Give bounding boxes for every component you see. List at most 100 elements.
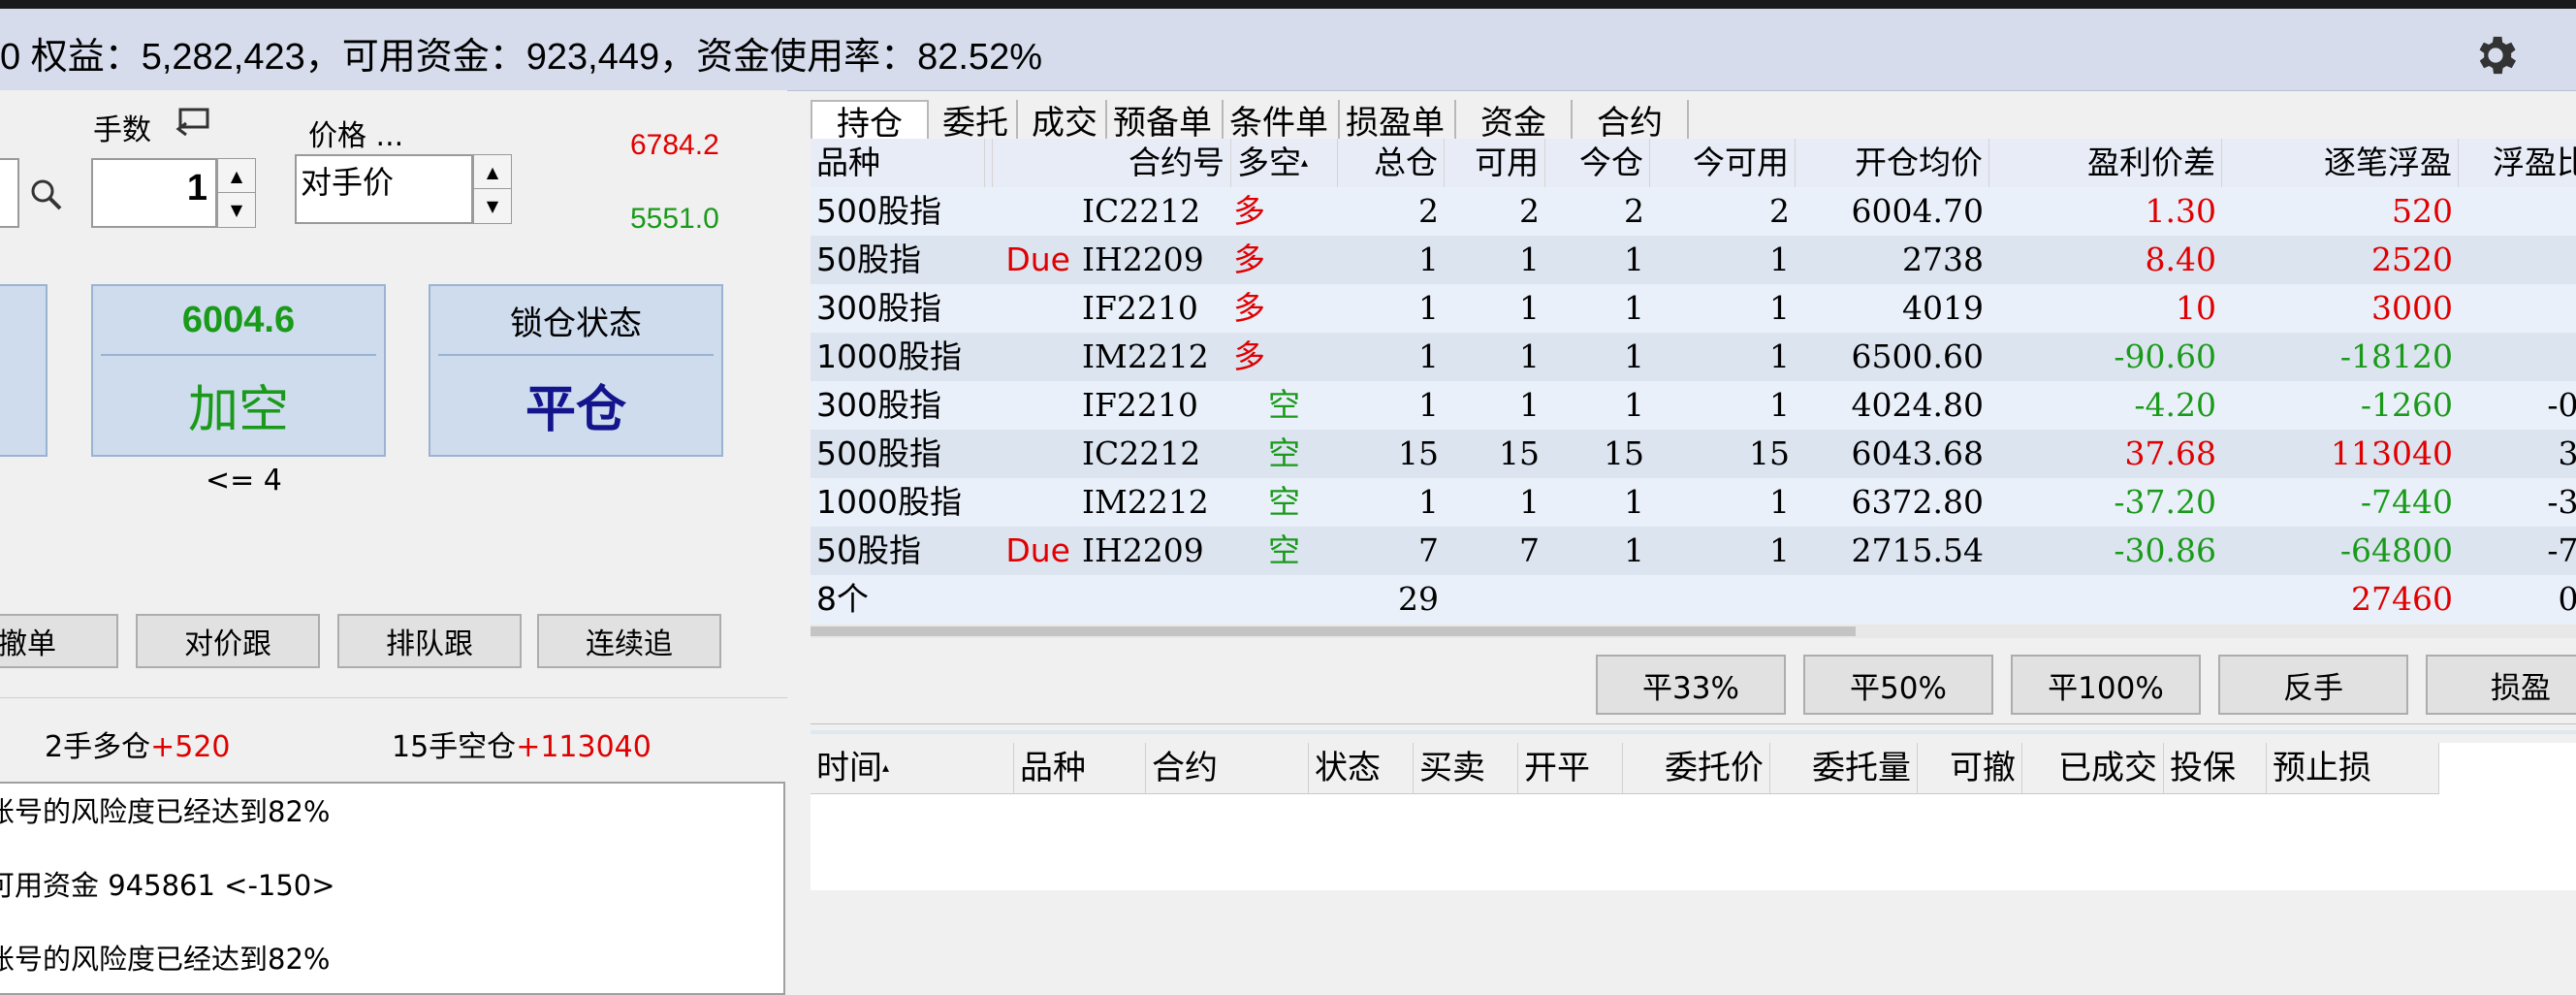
column-header[interactable]: 品种 (1014, 743, 1146, 793)
column-header[interactable]: 开平 (1518, 743, 1623, 793)
follow-counter-price-button[interactable]: 对价跟 (136, 614, 320, 668)
column-header[interactable]: 今仓 (1545, 139, 1650, 187)
table-cell: 1 (1624, 531, 1644, 569)
tab-prepared-orders[interactable]: 预备单 (1107, 100, 1224, 143)
add-short-button[interactable]: 6004.6 加空 (91, 284, 386, 457)
tab-orders[interactable]: 委托 (929, 100, 1018, 143)
table-cell (1989, 575, 2222, 624)
price-stepper[interactable]: ▲ ▼ (473, 154, 512, 224)
order-panel: 手数 价格 ... 1 ▲ ▼ 对手价 ▲ ▼ 6784.2 5551.0 60… (0, 90, 787, 995)
table-cell: 15 (1604, 434, 1644, 472)
table-row[interactable]: 50股指 Due IH2209 空 7 7 1 1 2715.54 -30.86 -64800 -7. (811, 527, 2576, 575)
table-row[interactable]: 1000股指 IM2212 空 1 1 1 1 6372.80 -37.20 -7440 -3. (811, 478, 2576, 527)
scrollbar-thumb[interactable] (811, 626, 1856, 636)
price-type-field[interactable]: 对手价 (295, 154, 473, 224)
column-header[interactable]: 时间▴ (811, 743, 1014, 793)
table-cell: Due (1005, 241, 1070, 278)
table-cell: 1 (1769, 337, 1790, 375)
continuous-chase-button[interactable]: 连续追 (537, 614, 721, 668)
tab-contracts[interactable]: 合约 (1573, 100, 1689, 143)
column-header[interactable]: 状态 (1309, 743, 1414, 793)
column-header[interactable]: 委托量 (1770, 743, 1918, 793)
symbol-input[interactable] (0, 158, 19, 228)
tab-trades[interactable]: 成交 (1018, 100, 1107, 143)
table-row[interactable]: 500股指 IC2212 空 15 15 15 15 6043.68 37.68 113040 3. (811, 430, 2576, 478)
column-header[interactable]: 合约号 (993, 139, 1231, 187)
column-header[interactable]: 今可用 (1650, 139, 1796, 187)
table-cell: 7 (1418, 531, 1439, 569)
column-header[interactable]: 预止损 (2267, 743, 2439, 793)
quantity-field[interactable]: 1 (91, 158, 217, 228)
table-cell: 空 (1268, 434, 1300, 472)
table-cell: 113040 (2331, 434, 2453, 472)
column-header[interactable]: 可用 (1445, 139, 1545, 187)
table-cell (1545, 575, 1650, 624)
column-header[interactable]: 品种 (811, 139, 985, 187)
tab-stop-orders[interactable]: 损盈单 (1340, 100, 1456, 143)
table-cell: 1 (1769, 483, 1790, 521)
column-header[interactable]: 盈利价差 (1989, 139, 2222, 187)
chevron-down-icon[interactable]: ▼ (474, 189, 511, 223)
column-header[interactable]: 可撤 (1918, 743, 2022, 793)
follow-queue-button[interactable]: 排队跟 (337, 614, 522, 668)
table-cell (2459, 187, 2576, 236)
tab-positions[interactable]: 持仓 (811, 100, 929, 144)
chevron-up-icon[interactable]: ▲ (474, 155, 511, 189)
column-header[interactable]: 浮盈比 (2459, 139, 2576, 187)
tab-conditional-orders[interactable]: 条件单 (1224, 100, 1340, 143)
close-50-button[interactable]: 平50% (1803, 655, 1993, 715)
table-cell: 15 (1499, 434, 1540, 472)
keyboard-return-icon[interactable] (175, 108, 209, 137)
table-cell: 1 (1624, 386, 1644, 424)
table-row[interactable]: 300股指 IF2210 多 1 1 1 1 4019 10 3000 (811, 284, 2576, 333)
price-label: 价格 ... (308, 119, 404, 153)
table-cell: 1 (1519, 386, 1540, 424)
table-cell: 2 (1624, 192, 1644, 230)
column-header[interactable]: 逐笔浮盈 (2222, 139, 2459, 187)
close-position-button[interactable]: 锁仓状态 平仓 (429, 284, 723, 457)
table-row[interactable]: 500股指 IC2212 多 2 2 2 2 6004.70 1.30 520 (811, 187, 2576, 236)
column-header[interactable]: 委托价 (1623, 743, 1770, 793)
table-cell: 520 (2392, 192, 2453, 230)
chevron-down-icon[interactable]: ▼ (218, 193, 255, 227)
column-header[interactable]: 买卖 (1414, 743, 1518, 793)
table-cell: 6004.70 (1851, 192, 1984, 230)
close-100-button[interactable]: 平100% (2011, 655, 2201, 715)
table-cell: 多 (1233, 289, 1265, 327)
table-row[interactable]: 1000股指 IM2212 多 1 1 1 1 6500.60 -90.60 -18120 (811, 333, 2576, 381)
close-33-button[interactable]: 平33% (1596, 655, 1786, 715)
table-cell: 4024.80 (1851, 386, 1984, 424)
search-icon[interactable] (29, 177, 64, 212)
table-cell: 0. (2558, 580, 2576, 618)
column-header[interactable]: 投保 (2164, 743, 2267, 793)
table-cell: 1000股指 (816, 337, 962, 375)
table-cell: IF2210 (1082, 386, 1198, 424)
table-cell: 2520 (2371, 241, 2453, 278)
column-header[interactable]: 合约 (1146, 743, 1309, 793)
table-cell: 8.40 (2145, 241, 2216, 278)
table-row[interactable]: 50股指 Due IH2209 多 1 1 1 1 2738 8.40 2520 (811, 236, 2576, 284)
partial-order-button[interactable] (0, 284, 48, 457)
cancel-order-button[interactable]: 撤单 (0, 614, 118, 668)
chevron-up-icon[interactable]: ▲ (218, 159, 255, 193)
positions-total-row[interactable]: 8个 29 27460 0. (811, 575, 2576, 624)
stop-profit-loss-button[interactable]: 损盈 (2426, 655, 2576, 715)
column-header[interactable] (985, 139, 993, 187)
tab-funds[interactable]: 资金 (1456, 100, 1573, 143)
divider (811, 723, 2576, 724)
gear-icon[interactable] (2470, 30, 2521, 80)
quantity-stepper[interactable]: ▲ ▼ (217, 158, 256, 228)
column-header[interactable]: 多空▴ (1231, 139, 1338, 187)
table-cell (2459, 333, 2576, 381)
column-header[interactable]: 已成交 (2022, 743, 2164, 793)
horizontal-scrollbar[interactable] (811, 625, 2576, 638)
splitter[interactable] (811, 730, 2576, 734)
table-cell: 10 (2176, 289, 2216, 327)
table-row[interactable]: 300股指 IF2210 空 1 1 1 1 4024.80 -4.20 -1260 -0. (811, 381, 2576, 430)
table-cell: 2738 (1902, 241, 1984, 278)
table-cell: 多 (1233, 337, 1265, 375)
column-header[interactable]: 总仓 (1338, 139, 1445, 187)
column-header[interactable]: 开仓均价 (1796, 139, 1989, 187)
reverse-button[interactable]: 反手 (2218, 655, 2408, 715)
message-log[interactable]: 账号的风险度已经达到82% 可用资金 945861 <-150> 账号的风险度已… (0, 782, 785, 995)
